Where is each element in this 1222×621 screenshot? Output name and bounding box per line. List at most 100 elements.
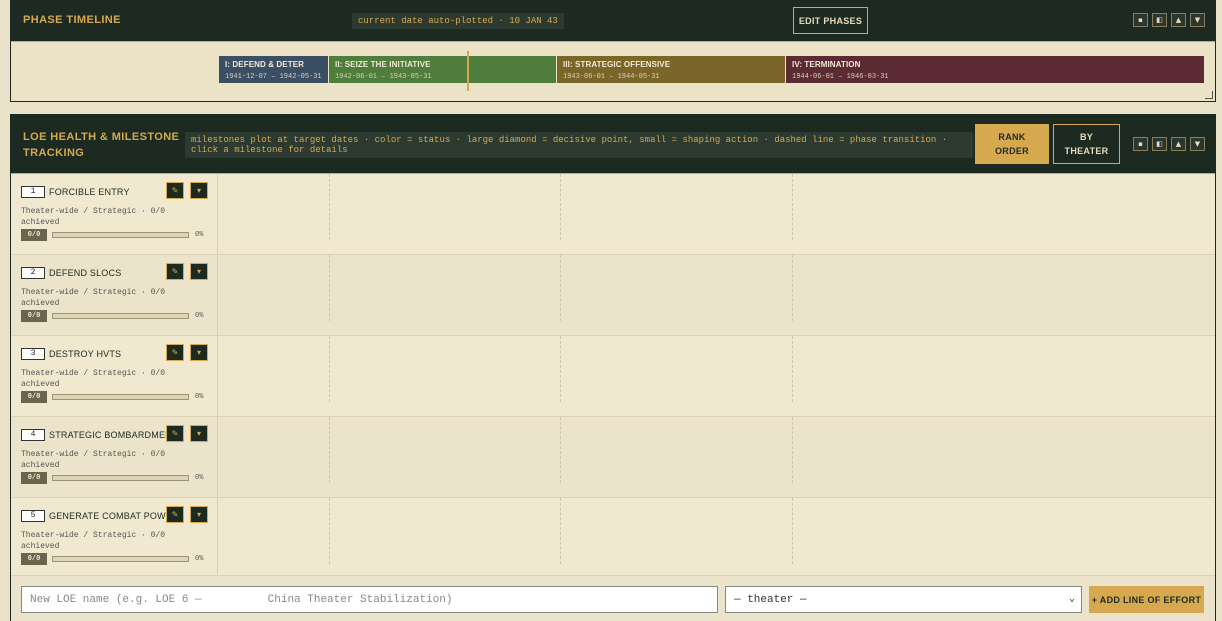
loe-number-field[interactable]: 5 — [21, 509, 45, 522]
chevron-down-icon: ⌄ — [1068, 594, 1075, 605]
phase-transition-line — [329, 255, 330, 321]
expand-chevron-icon[interactable]: ▾ — [190, 506, 208, 523]
legend-chip: milestones plot at target dates · color … — [185, 132, 973, 158]
phase-name: I: DEFEND & DETER — [225, 60, 305, 69]
loe-number-field[interactable]: 3 — [21, 347, 45, 360]
by-theater-label-2: THEATER — [1064, 146, 1109, 156]
edit-pencil-icon[interactable]: ✎ — [166, 506, 184, 523]
new-loe-name-input[interactable] — [21, 586, 718, 613]
loe-name: DEFEND SLOCS — [49, 267, 122, 278]
loe-subtitle: Theater-wide / Strategic · 0/0 achieved — [21, 288, 166, 308]
loe-row: 2 DEFEND SLOCS ✎ ▾ Theater-wide / Strategic … — [11, 255, 1215, 336]
milestone-count-badge: 0/0 — [21, 391, 47, 403]
phase-name: III: STRATEGIC OFFENSIVE — [563, 60, 671, 69]
loe-panel-header: LOE HEALTH & MILESTONE TRACKING mileston… — [11, 115, 1215, 174]
phase-transition-line — [329, 174, 330, 240]
loe-subtitle: Theater-wide / Strategic · 0/0 achieved — [21, 531, 166, 551]
phase-timeline-header: PHASE TIMELINE current date auto-plotted… — [11, 0, 1215, 42]
phase-transition-line — [792, 417, 793, 483]
loe-tracking-panel: LOE HEALTH & MILESTONE TRACKING mileston… — [10, 114, 1216, 621]
loe-row: 5 GENERATE COMBAT POWER ✎ ▾ Theater-wide / S… — [11, 498, 1215, 579]
loe-number-field[interactable]: 2 — [21, 266, 45, 279]
edit-pencil-icon[interactable]: ✎ — [166, 425, 184, 442]
loe-name: FORCIBLE ENTRY — [49, 186, 130, 197]
expand-chevron-icon[interactable]: ▾ — [190, 425, 208, 442]
phase-transition-line — [792, 255, 793, 321]
current-date-chip: current date auto-plotted · 10 JAN 43 — [352, 13, 564, 29]
loe-row-info: 2 DEFEND SLOCS ✎ ▾ Theater-wide / Strategic … — [11, 255, 218, 335]
phase-segment-3[interactable]: III: STRATEGIC OFFENSIVE 1943-06-01 – 19… — [557, 56, 785, 83]
by-theater-label-1: BY — [1079, 132, 1094, 142]
move-down-icon[interactable]: ▼ — [1190, 13, 1205, 27]
progress-bar — [52, 313, 189, 319]
loe-name: STRATEGIC BOMBARDMENT — [49, 429, 178, 440]
minimize-icon[interactable]: ▪ — [1133, 137, 1148, 151]
phase-dates: 1943-06-01 – 1944-05-31 — [563, 73, 660, 81]
loe-name: GENERATE COMBAT POWER — [49, 510, 179, 521]
edit-phases-button[interactable]: EDIT PHASES — [793, 7, 868, 34]
split-view-icon[interactable]: ◧ — [1152, 137, 1167, 151]
loe-row-info: 4 STRATEGIC BOMBARDMENT ✎ ▾ Theater-wide / S… — [11, 417, 218, 497]
loe-progress: 0/0 0% — [21, 310, 203, 322]
theater-select[interactable]: — theater — ⌄ — [725, 586, 1082, 613]
rank-order-label-1: RANK — [998, 132, 1026, 142]
phase-transition-line — [792, 336, 793, 402]
move-down-icon[interactable]: ▼ — [1190, 137, 1205, 151]
phase-transition-line — [329, 498, 330, 564]
milestone-count-badge: 0/0 — [21, 229, 47, 241]
expand-chevron-icon[interactable]: ▾ — [190, 344, 208, 361]
theater-select-value: — theater — — [734, 593, 807, 606]
loe-progress: 0/0 0% — [21, 229, 203, 241]
phase-timeline-panel: PHASE TIMELINE current date auto-plotted… — [10, 0, 1216, 102]
phase-timeline-track: I: DEFEND & DETER 1941-12-07 – 1942-05-3… — [11, 42, 1215, 101]
rank-order-button[interactable]: RANK ORDER — [975, 124, 1049, 164]
progress-bar — [52, 232, 189, 238]
phase-segment-2[interactable]: II: SEIZE THE INITIATIVE 1942-06-01 – 19… — [329, 56, 556, 83]
loe-subtitle: Theater-wide / Strategic · 0/0 achieved — [21, 369, 166, 389]
phase-transition-line — [560, 174, 561, 240]
loe-number-field[interactable]: 1 — [21, 185, 45, 198]
loe-subtitle: Theater-wide / Strategic · 0/0 achieved — [21, 207, 166, 227]
edit-pencil-icon[interactable]: ✎ — [166, 182, 184, 199]
loe-number-field[interactable]: 4 — [21, 428, 45, 441]
move-up-icon[interactable]: ▲ — [1171, 13, 1186, 27]
rank-order-label-2: ORDER — [994, 146, 1029, 156]
loe-row: 3 DESTROY HVTS ✎ ▾ Theater-wide / Strategic … — [11, 336, 1215, 417]
phase-dates: 1941-12-07 – 1942-05-31 — [225, 73, 322, 81]
loe-row-info: 1 FORCIBLE ENTRY ✎ ▾ Theater-wide / Strategi… — [11, 174, 218, 254]
by-theater-button[interactable]: BY THEATER — [1053, 124, 1120, 164]
phase-name: II: SEIZE THE INITIATIVE — [335, 60, 431, 69]
progress-percent: 0% — [195, 312, 204, 320]
loe-progress: 0/0 0% — [21, 472, 203, 484]
edit-pencil-icon[interactable]: ✎ — [166, 344, 184, 361]
progress-percent: 0% — [195, 393, 204, 401]
progress-percent: 0% — [195, 231, 204, 239]
progress-percent: 0% — [195, 474, 204, 482]
phase-segment-1[interactable]: I: DEFEND & DETER 1941-12-07 – 1942-05-3… — [219, 56, 328, 83]
phase-name: IV: TERMINATION — [792, 60, 861, 69]
progress-bar — [52, 556, 189, 562]
phase-transition-line — [792, 498, 793, 564]
loe-progress: 0/0 0% — [21, 391, 203, 403]
loe-subtitle: Theater-wide / Strategic · 0/0 achieved — [21, 450, 166, 470]
phase-segment-4[interactable]: IV: TERMINATION 1944-06-01 – 1946-03-31 — [786, 56, 1204, 83]
loe-row: 1 FORCIBLE ENTRY ✎ ▾ Theater-wide / Strategi… — [11, 174, 1215, 255]
loe-row: 4 STRATEGIC BOMBARDMENT ✎ ▾ Theater-wide / S… — [11, 417, 1215, 498]
phase-transition-line — [792, 174, 793, 240]
expand-chevron-icon[interactable]: ▾ — [190, 182, 208, 199]
progress-percent: 0% — [195, 555, 204, 563]
edit-pencil-icon[interactable]: ✎ — [166, 263, 184, 280]
expand-chevron-icon[interactable]: ▾ — [190, 263, 208, 280]
loe-progress: 0/0 0% — [21, 553, 203, 565]
current-date-marker — [467, 51, 469, 91]
split-view-icon[interactable]: ◧ — [1152, 13, 1167, 27]
phase-transition-line — [560, 498, 561, 564]
add-loe-form: — theater — ⌄ + ADD LINE OF EFFORT — [11, 575, 1215, 621]
phase-transition-line — [329, 336, 330, 402]
resize-grip-icon[interactable] — [1205, 91, 1213, 99]
minimize-icon[interactable]: ▪ — [1133, 13, 1148, 27]
phase-transition-line — [560, 336, 561, 402]
move-up-icon[interactable]: ▲ — [1171, 137, 1186, 151]
add-line-of-effort-button[interactable]: + ADD LINE OF EFFORT — [1089, 586, 1204, 613]
milestone-count-badge: 0/0 — [21, 310, 47, 322]
